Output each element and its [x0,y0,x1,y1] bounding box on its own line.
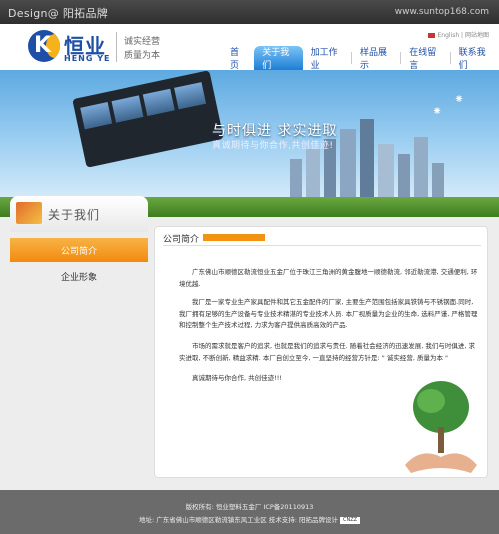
top-bar: Design@ 阳拓品牌 www.suntop168.com [0,0,499,24]
books-icon [16,202,42,224]
nav-contact[interactable]: 联系我们 [451,46,499,71]
sidebar: 关于我们 公司简介 企业形象 [10,196,148,478]
footer-address: 地址: 广东省佛山市顺德区勒流镇东风工业区 技术支持: 阳拓品牌设计 CNZZ [0,514,499,524]
tree-in-hands-image [405,381,477,473]
slogan-line-2: 质量为本 [124,51,161,61]
sidebar-item-company-profile[interactable]: 公司简介 [10,238,148,262]
logo-icon[interactable]: K [28,30,60,62]
sidebar-item-corporate-image[interactable]: 企业形象 [10,264,148,288]
sidebar-header: 关于我们 [10,196,148,232]
logo-divider [116,32,117,62]
footer-copyright: 版权所有: 恒业塑料五金厂 ICP备20110913 [185,503,314,511]
slogan-line-1: 诚实经营 [124,37,161,47]
hero-banner: 与时俱进 求实进取 真诚期待与你合作,共创佳迹! ⁕ ⁕ [0,70,499,217]
header: K 恒业 HENG YE 诚实经营 质量为本 English | 网站地图 首页… [0,24,499,71]
film-strip-image [72,70,224,168]
title-accent-bar [203,234,265,241]
sidebar-title: 关于我们 [48,208,101,222]
content-title: 公司简介 [163,235,200,245]
site-url[interactable]: www.suntop168.com [395,7,489,17]
footer: 版权所有: 恒业塑料五金厂 ICP备20110913 地址: 广东省佛山市顺德区… [0,490,499,534]
footer-address-text: 地址: 广东省佛山市顺德区勒流镇东风工业区 技术支持: 阳拓品牌设计 [138,516,339,524]
language-links-label[interactable]: English | 网站地图 [437,32,489,39]
paragraph: 市场的需求就是客户的追求, 也就是我们的追求与责任. 随着社会经济的迅速发展, … [179,342,476,362]
nav-message[interactable]: 在线留言 [401,46,449,71]
cnzz-badge[interactable]: CNZZ [340,516,361,524]
banner-subtitle: 真诚期待与你合作,共创佳迹! [212,141,334,151]
nav-about[interactable]: 关于我们 [254,46,303,71]
sidebar-menu: 公司简介 企业形象 [10,238,148,290]
main-nav: 首页 关于我们 加工作业 样品展示 在线留言 联系我们 [222,46,499,71]
content-panel: 公司简介 广东佛山市顺德区勒流恒业五金厂位于珠江三角洲的黄金腹地一顺德勒流, 邻… [154,226,488,478]
brand-name-en: HENG YE [64,54,111,63]
paragraph: 我厂是一家专业生产家具配件和其它五金配件的厂家, 主要生产范围包括家具铁铸与不锈… [179,298,478,329]
banner-title: 与时俱进 求实进取 [212,123,338,139]
nav-processing[interactable]: 加工作业 [303,46,351,71]
nav-samples[interactable]: 样品展示 [352,46,400,71]
nav-home[interactable]: 首页 [222,46,254,71]
language-links[interactable]: English | 网站地图 [428,30,489,39]
title-underline [163,245,481,246]
design-credit: Design@ 阳拓品牌 [8,7,109,20]
paragraph: 广东佛山市顺德区勒流恒业五金厂位于珠江三角洲的黄金腹地一顺德勒流, 邻近勒流港,… [179,268,478,288]
uk-flag-icon [428,33,436,38]
seagull-icon: ⁕ [432,104,443,118]
seagull-icon: ⁕ [454,92,465,106]
